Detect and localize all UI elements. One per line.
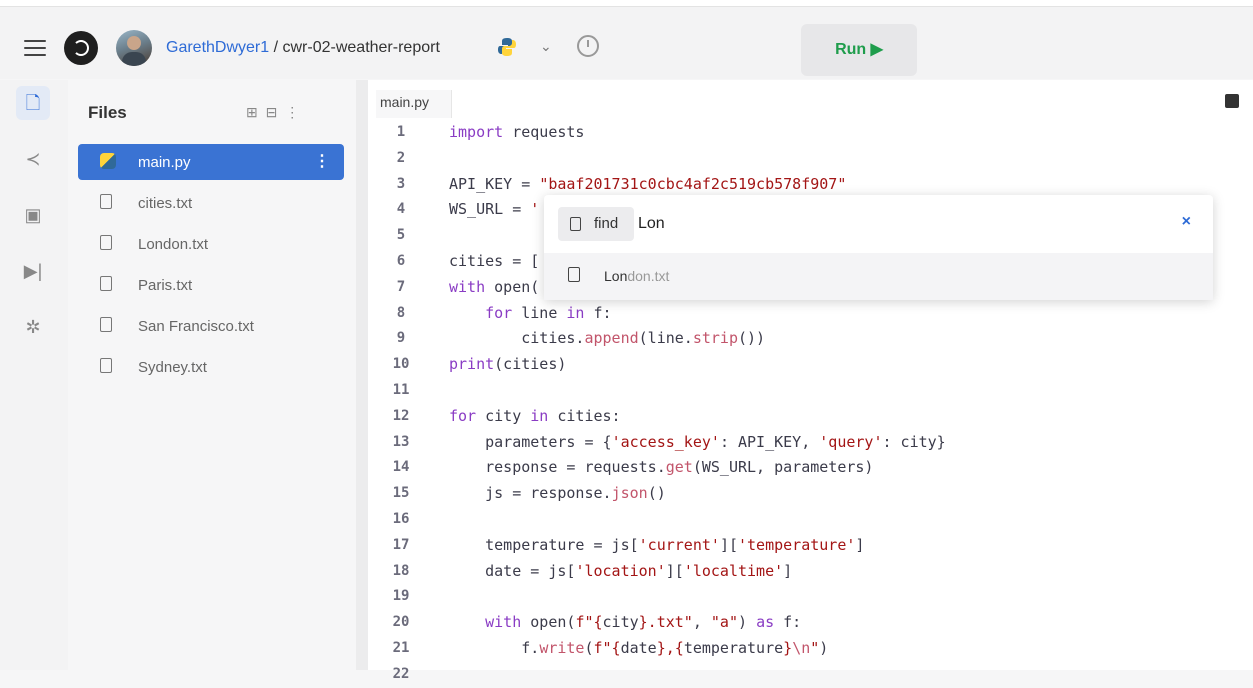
find-row: find ×: [544, 195, 1213, 254]
file-icon: [100, 317, 112, 332]
code-editor[interactable]: main.py 1 import requests 2 3 API_KEY = "b…: [368, 80, 1253, 682]
file-actions[interactable]: ⊞ ⊟ ⋮: [246, 104, 301, 121]
line-number: 12: [392, 407, 410, 424]
files-title: Files: [88, 103, 127, 122]
line-number: 21: [392, 639, 410, 656]
line-number: 5: [396, 227, 406, 244]
code-line: 17 temperature = js['current']['temperat…: [368, 533, 1253, 559]
file-item-main-py[interactable]: main.py ⋮: [78, 144, 344, 180]
settings-icon[interactable]: ✲: [16, 310, 50, 344]
file-name: main.py: [138, 154, 191, 171]
line-number: 7: [396, 278, 406, 295]
find-input[interactable]: [638, 212, 1118, 236]
file-name: Sydney.txt: [138, 359, 207, 376]
files-icon[interactable]: 🗋: [16, 86, 50, 120]
file-name: San Francisco.txt: [138, 318, 254, 335]
code-line: 10 print(cities): [368, 352, 1253, 378]
file-item-san-francisco[interactable]: San Francisco.txt: [78, 308, 344, 344]
file-icon: [570, 217, 581, 231]
username-link[interactable]: GarethDwyer1: [166, 39, 269, 56]
menu-icon[interactable]: [24, 40, 46, 56]
find-label: find: [594, 215, 619, 232]
line-number: 1: [396, 124, 406, 140]
line-number: 3: [396, 175, 406, 192]
file-item-cities[interactable]: cities.txt: [78, 185, 344, 221]
breadcrumb: GarethDwyer1 / cwr-02-weather-report: [166, 39, 440, 57]
file-name: Paris.txt: [138, 277, 193, 294]
replit-logo[interactable]: [64, 31, 98, 65]
python-file-icon: [100, 153, 116, 169]
line-number: 10: [392, 356, 410, 373]
share-icon[interactable]: ≺: [16, 142, 50, 176]
packages-icon[interactable]: ▣: [16, 198, 50, 232]
files-panel: Files ⊞ ⊟ ⋮ main.py ⋮ cities.txt London.…: [68, 80, 356, 670]
window-top-edge: [0, 0, 1253, 7]
editor-options-icon[interactable]: [1225, 94, 1239, 108]
repo-name[interactable]: cwr-02-weather-report: [283, 39, 440, 56]
file-item-london[interactable]: London.txt: [78, 226, 344, 262]
code-line: 1 import requests: [368, 120, 1253, 146]
code-line: 21 f.write(f"{date},{temperature}\n"): [368, 636, 1253, 662]
line-number: 4: [396, 201, 406, 218]
tab-main-py[interactable]: main.py: [376, 90, 453, 118]
line-number: 8: [396, 304, 406, 321]
code-line: 8 for line in f:: [368, 301, 1253, 327]
file-list: main.py ⋮ cities.txt London.txt Paris.tx…: [78, 144, 344, 390]
finder-result-item[interactable]: London.txt: [544, 253, 1213, 300]
line-number: 17: [392, 536, 410, 553]
code-line: 3 API_KEY = "baaf201731c0cbc4af2c519cb578…: [368, 172, 1253, 198]
debugger-icon[interactable]: ▶|: [16, 254, 50, 288]
code-line: 20 with open(f"{city}.txt", "a") as f:: [368, 610, 1253, 636]
avatar[interactable]: [116, 30, 152, 66]
result-name: London.txt: [604, 268, 669, 284]
chevron-down-icon[interactable]: ⌄: [540, 38, 552, 55]
find-chip: find: [558, 207, 634, 241]
code-line: 14 response = requests.get(WS_URL, param…: [368, 455, 1253, 481]
file-icon: [100, 276, 112, 291]
header: GarethDwyer1 / cwr-02-weather-report ⌄ R…: [0, 7, 1253, 79]
line-number: 2: [396, 149, 406, 166]
code-line: 19: [368, 584, 1253, 610]
line-number: 13: [392, 433, 410, 450]
sidebar-rail: 🗋 ≺ ▣ ▶| ✲: [0, 80, 68, 670]
code-line: 18 date = js['location']['localtime']: [368, 559, 1253, 585]
line-number: 11: [392, 381, 410, 398]
kebab-menu-icon[interactable]: ⋮: [314, 151, 330, 171]
result-rest: don.txt: [627, 268, 670, 284]
code-line: 16: [368, 507, 1253, 533]
file-item-sydney[interactable]: Sydney.txt: [78, 349, 344, 385]
line-number: 20: [392, 614, 410, 631]
line-number: 9: [396, 330, 406, 347]
close-icon[interactable]: ×: [1182, 213, 1191, 231]
result-match: Lon: [604, 268, 628, 284]
line-number: 6: [396, 252, 406, 269]
file-name: cities.txt: [138, 195, 193, 212]
code-line: 9 cities.append(line.strip()): [368, 326, 1253, 352]
code-line: 15 js = response.json(): [368, 481, 1253, 507]
python-icon: [498, 38, 516, 56]
file-icon: [568, 267, 580, 282]
line-number: 14: [392, 459, 410, 476]
file-icon: [100, 358, 112, 373]
code-line: 2: [368, 146, 1253, 172]
line-number: 19: [392, 588, 410, 605]
breadcrumb-separator: /: [269, 39, 283, 56]
run-button[interactable]: Run ▶: [801, 24, 917, 76]
line-number: 22: [392, 665, 410, 682]
code-line: 11: [368, 378, 1253, 404]
line-number: 16: [392, 510, 410, 527]
file-item-paris[interactable]: Paris.txt: [78, 267, 344, 303]
history-icon[interactable]: [577, 35, 599, 57]
file-icon: [100, 194, 112, 209]
file-name: London.txt: [138, 236, 209, 253]
line-number: 15: [392, 485, 410, 502]
code-line: 22: [368, 662, 1253, 688]
panel-resize-handle[interactable]: [356, 80, 368, 670]
code-line: 13 parameters = {'access_key': API_KEY, …: [368, 430, 1253, 456]
code-line: 12 for city in cities:: [368, 404, 1253, 430]
file-finder-popup: find × London.txt: [544, 195, 1213, 300]
line-number: 18: [392, 562, 410, 579]
file-icon: [100, 235, 112, 250]
